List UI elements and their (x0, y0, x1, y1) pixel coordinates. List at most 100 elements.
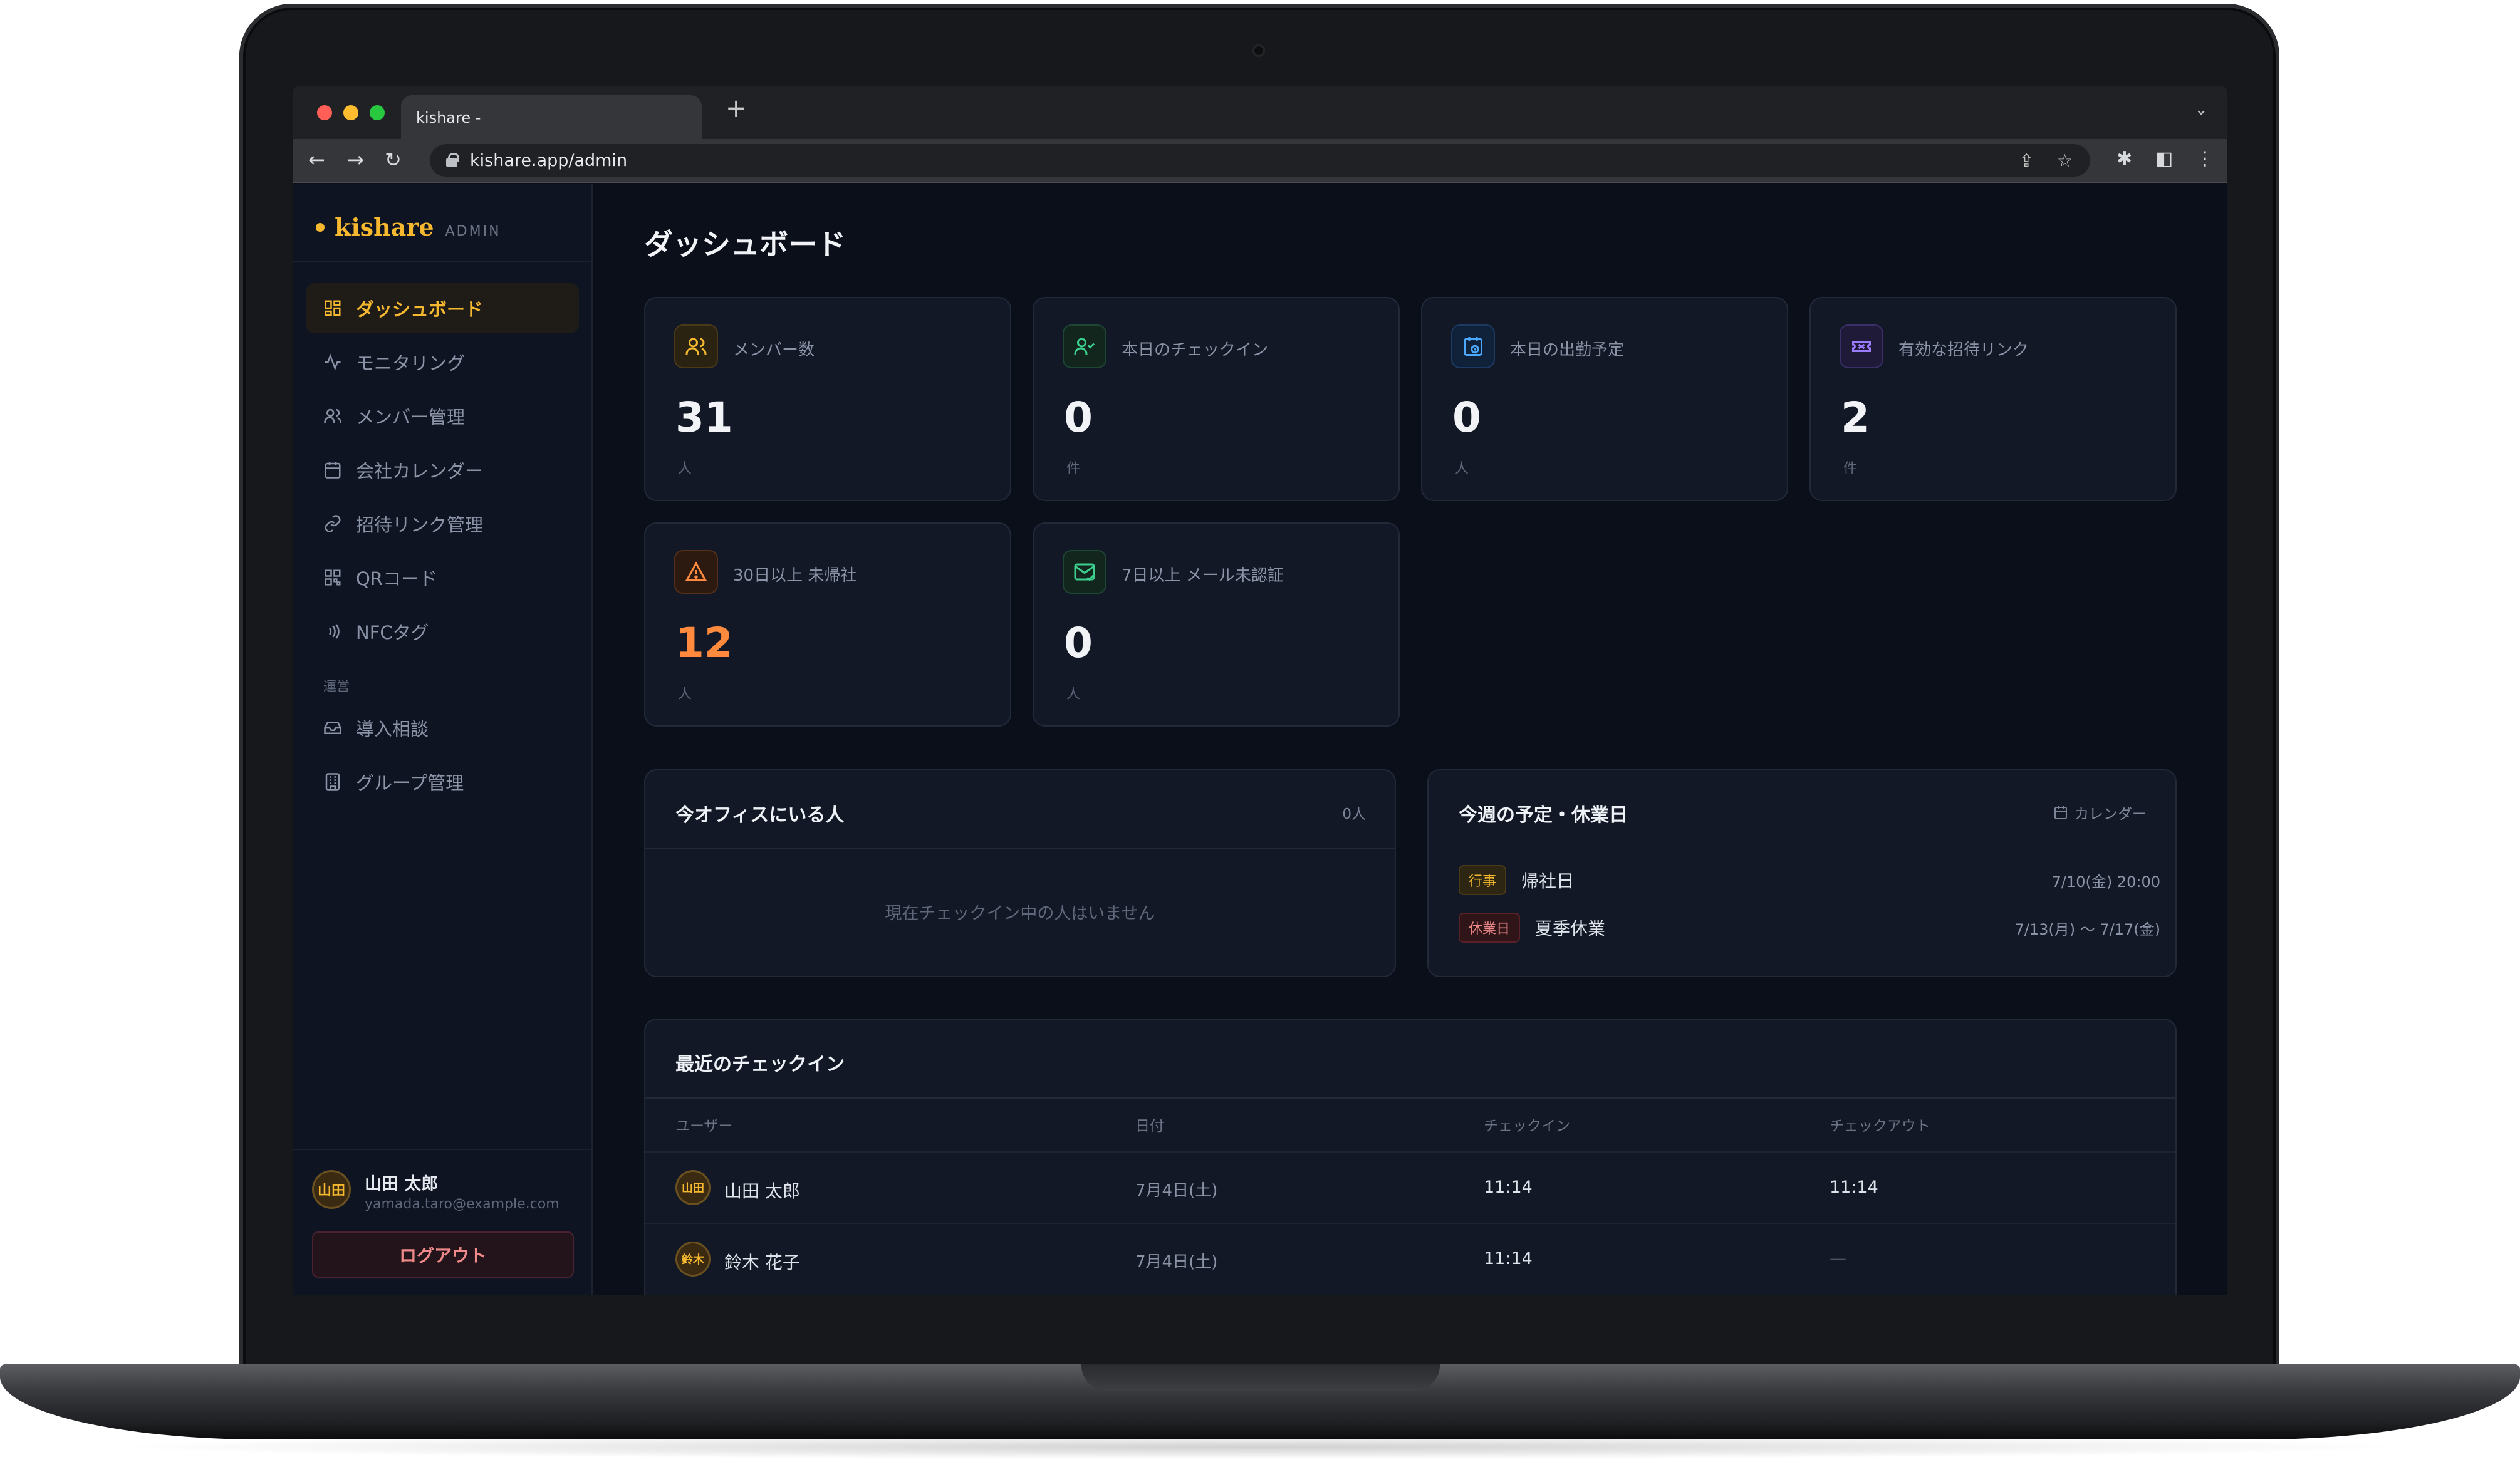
stat-card-members[interactable]: メンバー数 31 人 (644, 297, 1011, 501)
share-icon[interactable]: ⇪ (2019, 150, 2034, 171)
column-header-date[interactable]: 日付 (1135, 1114, 1164, 1135)
sidebar-item-label: モニタリング (356, 353, 466, 374)
address-bar[interactable]: kishare.app/admin ⇪ ☆ (430, 144, 2090, 177)
sidebar: kishare ADMIN ダッシュボード モニタリング メンバー管理 会社カレ… (293, 184, 593, 1295)
table-row[interactable]: 鈴木 鈴木 花子 7月4日(土) 11:14 — (645, 1223, 2175, 1293)
table-row[interactable]: 山田 山田 太郎 7月4日(土) 11:14 11:14 (645, 1151, 2175, 1221)
column-header-user[interactable]: ユーザー (675, 1114, 733, 1135)
user-check-icon (1063, 324, 1106, 368)
stat-card-not-returned[interactable]: 30日以上 未帰社 12 人 (644, 522, 1011, 727)
user-email: yamada.taro@example.com (365, 1196, 560, 1212)
activity-icon (325, 353, 341, 371)
brand-logo[interactable]: kishare ADMIN (316, 213, 501, 241)
sidebar-item-label: 会社カレンダー (356, 460, 484, 482)
column-header-checkout[interactable]: チェックアウト (1830, 1114, 1930, 1135)
users-icon (324, 408, 341, 423)
avatar: 山田 (312, 1170, 351, 1209)
calendar-icon (2054, 806, 2067, 819)
brand-dot-icon (316, 223, 325, 232)
link-icon (325, 515, 341, 532)
sidebar-item-dashboard[interactable]: ダッシュボード (306, 283, 579, 333)
sidebar-item-qr-code[interactable]: QRコード (306, 552, 579, 603)
camera (1252, 44, 1265, 57)
column-header-checkin[interactable]: チェックイン (1484, 1114, 1570, 1135)
sidebar-item-monitoring[interactable]: モニタリング (306, 337, 579, 387)
extensions-puzzle-icon[interactable]: ✱ (2116, 148, 2132, 170)
lock-icon (446, 153, 459, 167)
bookmark-star-icon[interactable]: ☆ (2057, 150, 2073, 171)
divider (645, 848, 1395, 849)
stat-card-invite-links[interactable]: 有効な招待リンク 2 件 (1809, 297, 2177, 501)
close-window-button[interactable] (317, 105, 332, 120)
panel-title: 今オフィスにいる人 (675, 804, 845, 826)
laptop-notch (1081, 1364, 1440, 1391)
schedule-event-row[interactable]: 行事 帰社日 7/10(金) 20:00 (1459, 864, 2160, 896)
sidebar-item-members[interactable]: メンバー管理 (306, 391, 579, 441)
calendar-link-label: カレンダー (2075, 806, 2147, 822)
sidebar-item-consultation[interactable]: 導入相談 (306, 703, 579, 753)
recent-checkins-panel: 最近のチェックイン ユーザー 日付 チェックイン チェックアウト 山田 山田 太… (644, 1019, 2177, 1295)
calendar-link[interactable]: カレンダー (2053, 802, 2147, 823)
event-date: 7/10(金) 20:00 (2051, 873, 2160, 891)
main-content: ダッシュボード メンバー数 31 人 本日のチェックイン 0 件 本日の出勤予定… (594, 184, 2227, 1295)
users-icon (674, 324, 718, 368)
stat-unit: 人 (678, 687, 692, 702)
event-date: 7/13(月) 〜 7/17(金) (2014, 920, 2161, 938)
sidebar-item-invite-links[interactable]: 招待リンク管理 (306, 499, 579, 549)
stat-unit: 件 (1843, 461, 1858, 477)
screen: kishare - + ⌄ ← → ↻ kishare.app/admin ⇪ … (293, 86, 2227, 1295)
side-panel-icon[interactable]: ◧ (2155, 148, 2173, 170)
stat-value: 0 (1064, 393, 1093, 442)
avatar: 鈴木 (675, 1242, 711, 1277)
browser-tab-bar: kishare - + ⌄ (293, 86, 2227, 139)
row-checkout-time: 11:14 (1830, 1178, 1878, 1197)
divider (293, 1149, 593, 1150)
kebab-menu-icon[interactable]: ⋮ (2195, 148, 2214, 170)
page-title: ダッシュボード (644, 227, 846, 261)
sidebar-item-calendar[interactable]: 会社カレンダー (306, 445, 579, 495)
dashboard-icon (325, 300, 341, 316)
stat-label: メンバー数 (733, 341, 815, 360)
logout-button[interactable]: ログアウト (312, 1231, 574, 1278)
stat-unit: 人 (1455, 461, 1469, 477)
calendar-clock-icon (1451, 324, 1495, 368)
holiday-badge: 休業日 (1459, 913, 1521, 943)
divider (645, 1097, 2175, 1099)
stat-card-unverified-email[interactable]: 7日以上 メール未認証 0 人 (1033, 522, 1400, 727)
stat-card-checkins[interactable]: 本日のチェックイン 0 件 (1033, 297, 1400, 501)
row-checkin-time: 11:14 (1484, 1178, 1533, 1197)
minimize-window-button[interactable] (343, 105, 358, 120)
laptop-shadow (100, 1434, 2418, 1459)
row-user-name: 山田 太郎 (724, 1181, 800, 1201)
calendar-icon (325, 462, 341, 479)
back-arrow-icon[interactable]: ← (308, 148, 325, 172)
zoom-window-button[interactable] (370, 105, 385, 120)
browser-toolbar: ← → ↻ kishare.app/admin ⇪ ☆ ✱ ◧ ⋮ (293, 139, 2227, 183)
divider (293, 261, 593, 262)
stat-card-scheduled[interactable]: 本日の出勤予定 0 人 (1421, 297, 1788, 501)
sidebar-item-label: QRコード (356, 568, 437, 589)
stat-value: 0 (1452, 393, 1481, 442)
brand-sub: ADMIN (445, 224, 501, 239)
panel-title: 最近のチェックイン (675, 1054, 845, 1076)
event-title: 夏季休業 (1535, 918, 1606, 939)
stat-label: 7日以上 メール未認証 (1122, 566, 1284, 585)
tab-title: kishare - (416, 109, 481, 127)
new-tab-button[interactable]: + (726, 94, 747, 123)
reload-icon[interactable]: ↻ (385, 148, 402, 172)
brand-name: kishare (335, 213, 434, 241)
sidebar-item-nfc-tag[interactable]: NFCタグ (306, 606, 579, 656)
browser-tab[interactable]: kishare - (401, 95, 702, 139)
tab-search-chevron-icon[interactable]: ⌄ (2194, 100, 2208, 119)
sidebar-section-label: 運営 (323, 679, 350, 694)
stat-value: 31 (675, 393, 733, 442)
sidebar-item-groups[interactable]: グループ管理 (306, 757, 579, 807)
forward-arrow-icon[interactable]: → (347, 148, 364, 172)
schedule-event-row[interactable]: 休業日 夏季休業 7/13(月) 〜 7/17(金) (1459, 912, 2160, 943)
sidebar-item-label: ダッシュボード (356, 299, 484, 320)
sidebar-item-label: 導入相談 (356, 718, 429, 740)
stat-label: 有効な招待リンク (1898, 341, 2029, 360)
row-user-name: 鈴木 花子 (724, 1252, 800, 1273)
stat-unit: 件 (1066, 461, 1081, 477)
nfc-icon (328, 623, 340, 640)
